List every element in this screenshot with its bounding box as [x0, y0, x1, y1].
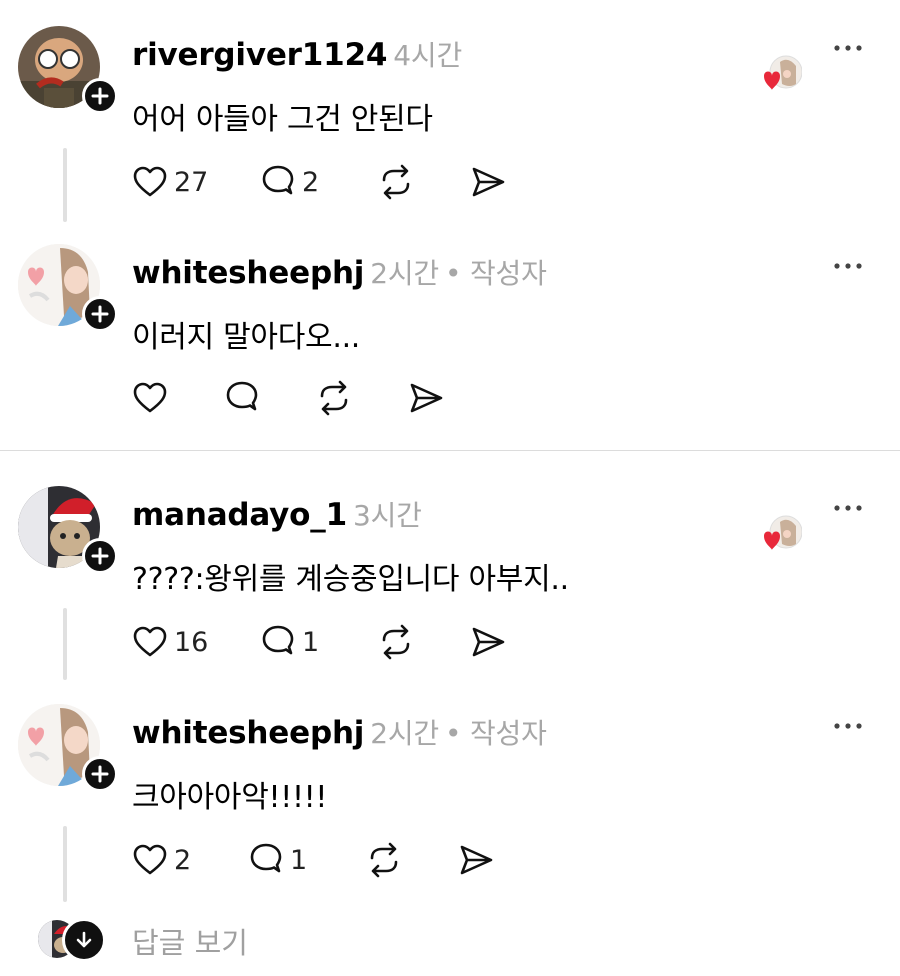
follow-button[interactable] — [82, 78, 118, 114]
threads-reply-view: rivergiver1124 4시간 어어 아들아 그건 안된다 27 2 wh… — [0, 0, 900, 976]
repost-icon — [382, 164, 410, 200]
expand-replies — [62, 918, 106, 962]
heart-icon — [133, 166, 167, 197]
post-text: 어어 아들아 그건 안된다 — [132, 102, 433, 137]
post-header: manadayo_1 3시간 — [132, 494, 422, 534]
like-count: 2 — [174, 844, 192, 876]
like-button[interactable]: 16 — [130, 622, 258, 662]
heart-icon — [133, 844, 167, 875]
repost-button[interactable] — [376, 622, 468, 662]
avatar-container[interactable] — [18, 26, 118, 114]
more-dots-icon[interactable] — [832, 256, 864, 276]
plus-icon — [91, 765, 109, 783]
repost-button[interactable] — [314, 378, 406, 418]
share-button[interactable] — [468, 622, 508, 662]
comment-bubble-icon — [250, 843, 282, 873]
reply-button[interactable]: 1 — [246, 840, 364, 880]
follow-button[interactable] — [82, 756, 118, 792]
arrow-down-icon — [76, 931, 92, 948]
send-icon — [472, 627, 505, 657]
view-replies-label: 답글 보기 — [132, 926, 248, 960]
share-button[interactable] — [456, 840, 496, 880]
comment-bubble-icon — [262, 165, 294, 195]
heart-icon — [133, 382, 167, 413]
reply-count: 1 — [302, 626, 320, 658]
follow-button[interactable] — [82, 296, 118, 332]
like-button[interactable] — [130, 378, 222, 418]
thread-line — [63, 826, 67, 902]
follow-button[interactable] — [82, 538, 118, 574]
reply-post: whitesheephj 2시간 • 작성자 크아아아악!!!!! 2 1 — [0, 704, 900, 904]
view-replies-button[interactable]: 답글 보기 — [38, 918, 338, 962]
send-icon — [472, 167, 505, 197]
reply-post: rivergiver1124 4시간 어어 아들아 그건 안된다 27 2 — [0, 26, 900, 226]
post-actions: 2 1 — [130, 838, 496, 882]
plus-icon — [91, 305, 109, 323]
username-link[interactable]: whitesheephj — [132, 715, 364, 751]
avatar-container[interactable] — [18, 486, 118, 574]
plus-icon — [91, 87, 109, 105]
more-dots-icon[interactable] — [832, 38, 864, 58]
reply-post: manadayo_1 3시간 ????:왕위를 계승중입니다 아부지.. 16 1 — [0, 486, 900, 686]
repost-button[interactable] — [364, 840, 456, 880]
heart-icon — [133, 626, 167, 657]
more-dots-icon[interactable] — [832, 498, 864, 518]
send-icon — [410, 383, 443, 413]
plus-icon — [91, 547, 109, 565]
post-header: rivergiver1124 4시간 — [132, 34, 462, 74]
post-text: ????:왕위를 계승중입니다 아부지.. — [132, 562, 569, 597]
post-actions — [130, 376, 446, 420]
reply-button[interactable] — [222, 378, 314, 418]
post-time: 3시간 — [352, 499, 422, 532]
username-link[interactable]: whitesheephj — [132, 255, 364, 291]
share-button[interactable] — [468, 162, 508, 202]
like-count: 16 — [174, 626, 209, 658]
comment-bubble-icon — [262, 625, 294, 655]
username-link[interactable]: manadayo_1 — [132, 497, 347, 533]
thread-line — [63, 608, 67, 680]
author-tag: • 작성자 — [444, 717, 547, 750]
post-actions: 27 2 — [130, 160, 508, 204]
like-button[interactable]: 27 — [130, 162, 258, 202]
post-actions: 16 1 — [130, 620, 508, 664]
share-button[interactable] — [406, 378, 446, 418]
post-text: 이러지 말아다오... — [132, 320, 361, 355]
more-dots-icon[interactable] — [832, 716, 864, 736]
reply-button[interactable]: 1 — [258, 622, 376, 662]
post-text: 크아아아악!!!!! — [132, 780, 328, 815]
liked-by-author-indicator — [752, 52, 803, 96]
reply-count: 1 — [290, 844, 308, 876]
post-time: 2시간 — [370, 717, 439, 750]
thread-line — [63, 148, 67, 222]
avatar-container[interactable] — [18, 244, 118, 332]
like-count: 27 — [174, 166, 209, 198]
repost-icon — [370, 842, 398, 878]
send-icon — [460, 845, 493, 875]
repost-icon — [320, 380, 348, 416]
thread-separator — [0, 450, 900, 451]
reply-post: whitesheephj 2시간 • 작성자 이러지 말아다오... — [0, 244, 900, 444]
liked-by-author-indicator — [752, 512, 803, 556]
reply-count: 2 — [302, 166, 320, 198]
post-header: whitesheephj 2시간 • 작성자 — [132, 712, 547, 752]
repost-button[interactable] — [376, 162, 468, 202]
post-time: 4시간 — [393, 39, 463, 72]
author-tag: • 작성자 — [444, 257, 547, 290]
post-header: whitesheephj 2시간 • 작성자 — [132, 252, 547, 292]
username-link[interactable]: rivergiver1124 — [132, 37, 387, 73]
like-button[interactable]: 2 — [130, 840, 246, 880]
avatar-container[interactable] — [18, 704, 118, 792]
post-time: 2시간 — [370, 257, 439, 290]
reply-button[interactable]: 2 — [258, 162, 376, 202]
comment-bubble-icon — [226, 381, 258, 411]
repost-icon — [382, 624, 410, 660]
